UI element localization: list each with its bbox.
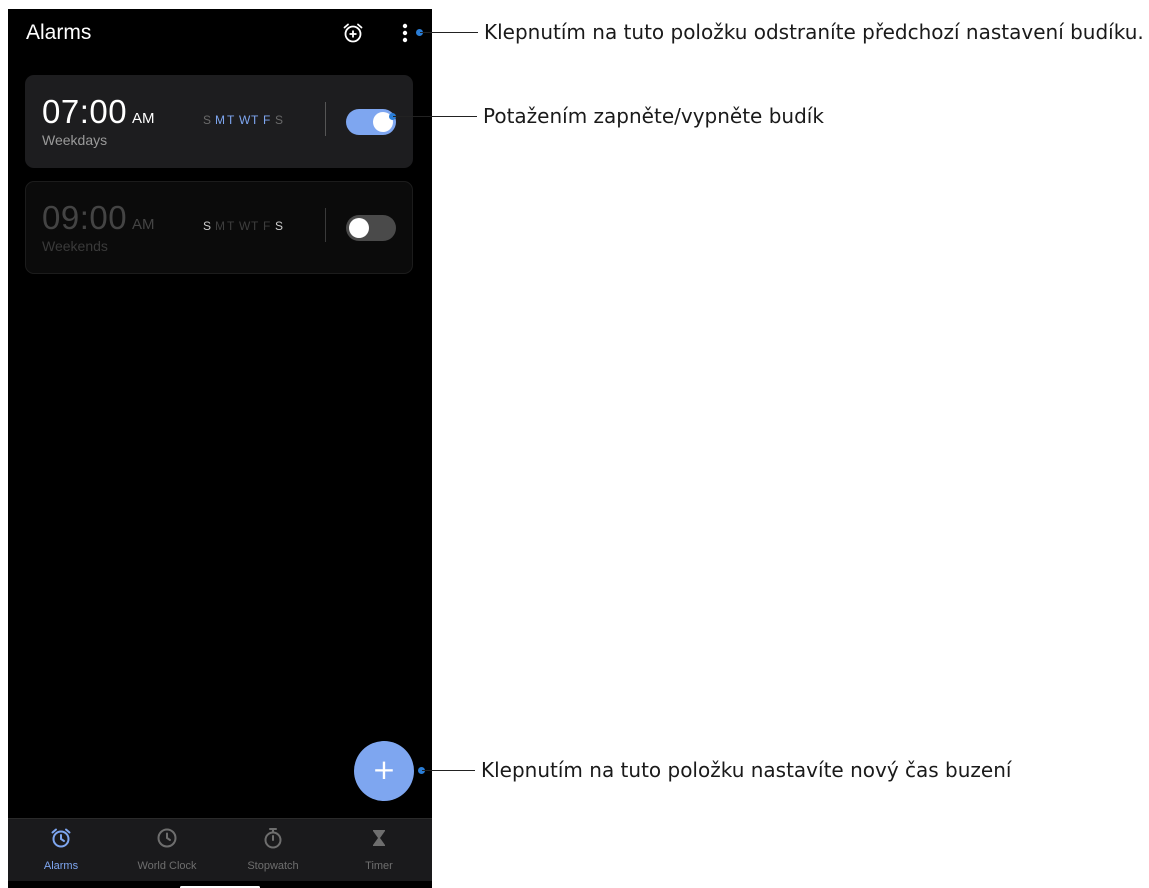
callout-text-menu: Klepnutím na tuto položku odstraníte pře… [484,20,1144,44]
card-divider [325,102,326,136]
day-wed: W [239,219,251,233]
day-fri: F [263,219,271,233]
day-sun: S [203,219,212,233]
stopwatch-icon [264,828,282,849]
callout-line-toggle [393,116,477,117]
day-sat: S [275,219,284,233]
day-thu: T [251,219,259,233]
callout-text-toggle: Potažením zapněte/vypněte budík [483,104,824,128]
callout-line-fab [422,770,475,771]
add-alarm-button[interactable]: + [354,741,414,801]
callout-text-fab: Klepnutím na tuto položku nastavíte nový… [481,758,1012,782]
bottom-nav: Alarms World Clock Stopwatch Timer [8,818,432,881]
more-vertical-icon[interactable] [396,21,414,45]
tab-world-clock[interactable]: World Clock [114,819,220,881]
day-sun: S [203,113,212,127]
alarm-toggle[interactable] [346,109,396,135]
plus-icon: + [372,753,396,786]
day-tue: T [227,113,235,127]
tab-label: Stopwatch [247,860,299,872]
phone-screen: Alarms 07:00 AM Weekdays S M T W T F S 0… [8,9,432,888]
alarm-add-icon[interactable] [341,21,365,45]
tab-alarms[interactable]: Alarms [8,819,114,881]
alarm-card-1[interactable]: 07:00 AM Weekdays S M T W T F S [25,75,413,168]
manual-figure: Alarms 07:00 AM Weekdays S M T W T F S 0… [0,0,1149,888]
hourglass-icon [373,830,385,846]
day-tue: T [227,219,235,233]
tab-label: Timer [365,860,393,872]
alarm-clock-icon [51,828,71,848]
alarm-time: 07:00 [42,93,128,130]
toggle-knob [349,218,369,238]
tab-label: World Clock [137,860,197,872]
tab-timer[interactable]: Timer [326,819,432,881]
alarm-time: 09:00 [42,199,128,236]
callout-line-menu [420,32,478,33]
day-wed: W [239,113,251,127]
alarm-label: Weekends [42,238,108,254]
tab-stopwatch[interactable]: Stopwatch [220,819,326,881]
alarm-days: S M T W T F S [203,219,284,233]
alarm-ampm: AM [132,216,155,233]
day-mon: M [215,113,225,127]
alarm-ampm: AM [132,110,155,127]
alarm-days: S M T W T F S [203,113,284,127]
card-divider [325,208,326,242]
day-fri: F [263,113,271,127]
alarm-toggle[interactable] [346,215,396,241]
alarm-label: Weekdays [42,132,108,148]
day-thu: T [251,113,259,127]
app-title: Alarms [26,21,92,44]
day-sat: S [275,113,284,127]
alarm-card-2[interactable]: 09:00 AM Weekends S M T W T F S [25,181,413,274]
day-mon: M [215,219,225,233]
tab-label: Alarms [43,860,79,872]
clock-icon [157,828,177,848]
